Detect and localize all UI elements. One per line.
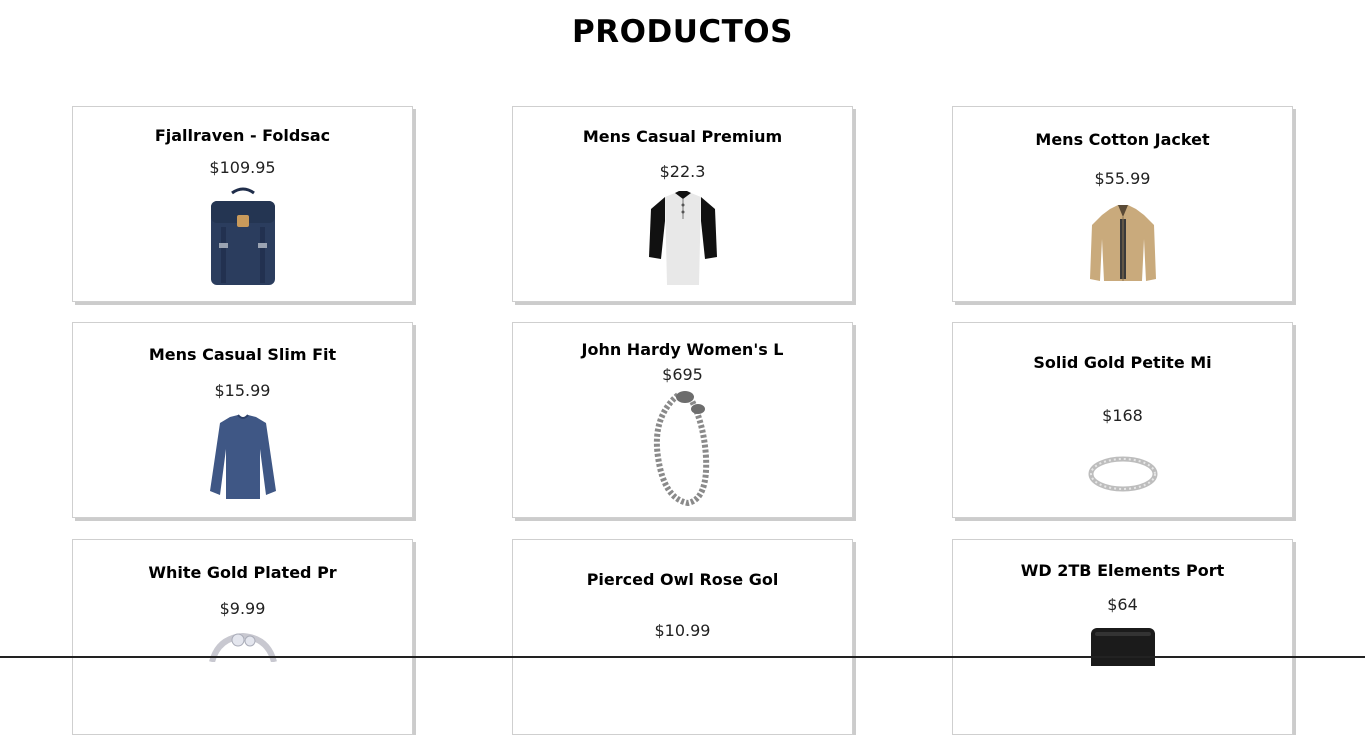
henley-shirt-image xyxy=(648,191,717,285)
product-price: $55.99 xyxy=(1094,169,1151,188)
product-price: $109.95 xyxy=(209,158,276,177)
product-price: $22.3 xyxy=(659,162,706,181)
backpack-image xyxy=(210,187,275,285)
product-name: John Hardy Women's L xyxy=(581,340,784,359)
product-price: $10.99 xyxy=(654,621,711,640)
product-price: $695 xyxy=(662,365,703,384)
product-card[interactable]: Mens Cotton Jacket $55.99 xyxy=(952,106,1293,302)
product-price: $64 xyxy=(1107,595,1138,614)
product-name: Mens Cotton Jacket xyxy=(1035,130,1210,149)
product-price: $9.99 xyxy=(219,599,266,618)
ring-image xyxy=(1088,456,1157,492)
page-title: PRODUCTOS xyxy=(572,14,793,50)
product-card[interactable]: Mens Casual Premium $22.3 xyxy=(512,106,853,302)
product-name: White Gold Plated Pr xyxy=(148,563,337,582)
product-name: Mens Casual Premium xyxy=(582,127,783,146)
product-card[interactable]: John Hardy Women's L $695 xyxy=(512,322,853,518)
product-card[interactable]: Fjallraven - Foldsac $109.95 xyxy=(72,106,413,302)
product-card[interactable]: Mens Casual Slim Fit $15.99 xyxy=(72,322,413,518)
product-name: Fjallraven - Foldsac xyxy=(154,126,331,145)
product-card[interactable]: Pierced Owl Rose Gol $10.99 xyxy=(512,539,853,735)
product-name: WD 2TB Elements Port xyxy=(1020,561,1225,580)
product-name: Solid Gold Petite Mi xyxy=(1033,353,1212,372)
product-price: $15.99 xyxy=(214,381,271,400)
product-card[interactable]: WD 2TB Elements Port $64 xyxy=(952,539,1293,735)
jacket-image xyxy=(1089,205,1156,281)
hard-drive-image xyxy=(1090,628,1155,666)
bracelet-image xyxy=(653,391,709,507)
product-price: $168 xyxy=(1102,406,1143,425)
long-sleeve-shirt-image xyxy=(209,414,276,499)
product-name: Mens Casual Slim Fit xyxy=(148,345,337,364)
product-name: Pierced Owl Rose Gol xyxy=(586,570,779,589)
product-card[interactable]: White Gold Plated Pr $9.99 xyxy=(72,539,413,735)
product-card[interactable]: Solid Gold Petite Mi $168 xyxy=(952,322,1293,518)
